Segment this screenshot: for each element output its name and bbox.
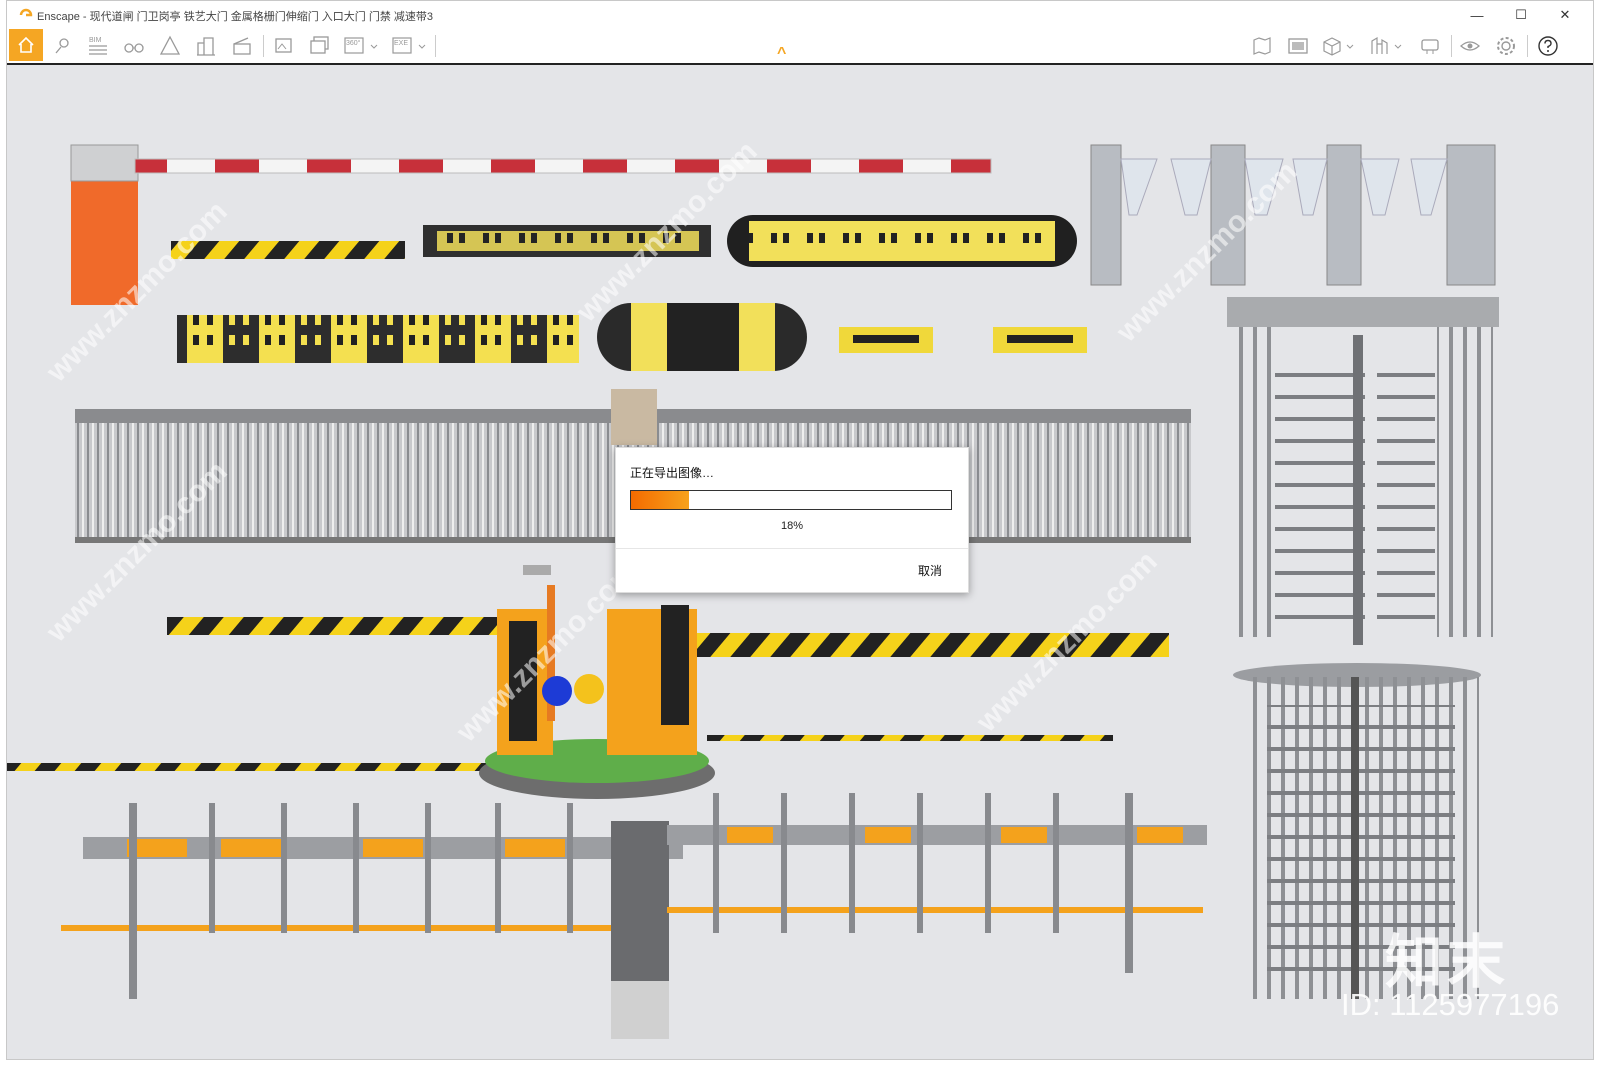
maximize-button[interactable]: ☐: [1499, 1, 1543, 29]
binoculars-button[interactable]: [119, 31, 149, 61]
help-button[interactable]: [1533, 31, 1563, 61]
cancel-button[interactable]: 取消: [918, 562, 942, 579]
perspective-button[interactable]: [155, 31, 185, 61]
cube-icon: [1323, 37, 1354, 56]
map-icon: [1253, 37, 1271, 55]
toolbar-divider: [263, 35, 264, 57]
map-pin-icon: [55, 38, 69, 54]
export-progress-dialog: 正在导出图像… 18% 取消: [615, 447, 969, 593]
dialog-title: 正在导出图像…: [630, 466, 715, 480]
buildings-button[interactable]: [191, 31, 221, 61]
views-icon: [1288, 38, 1308, 54]
home-icon: [18, 36, 34, 53]
progress-fill: [631, 491, 689, 509]
pano-label: 360°: [346, 39, 361, 47]
settings-button[interactable]: [1491, 31, 1521, 61]
image-export-icon: [275, 38, 292, 53]
toolbar: BIM 360° EXE ^: [7, 29, 1593, 65]
fence-barrier-arms: [61, 821, 1207, 1039]
views-button[interactable]: [1283, 31, 1313, 61]
gear-icon: [1497, 37, 1515, 55]
enscape-window: Enscape - 现代道闸 门卫岗亭 铁艺大门 金属格栅门伸缩门 入口大门 门…: [6, 0, 1594, 1060]
batch-render-icon: [310, 36, 329, 54]
collaboration-button[interactable]: [1415, 31, 1445, 61]
clapperboard-icon: [233, 37, 251, 55]
title-bar: Enscape - 现代道闸 门卫岗亭 铁艺大门 金属格栅门伸缩门 入口大门 门…: [7, 1, 1593, 29]
toolbar-divider: [1451, 35, 1452, 57]
visual-settings-button[interactable]: [1367, 31, 1407, 61]
panorama-button[interactable]: 360°: [341, 31, 381, 61]
eye-icon: [1460, 41, 1480, 51]
binoculars-icon: [124, 43, 144, 53]
watermark-id: ID: 1125977196: [1341, 987, 1560, 1022]
window-title: Enscape - 现代道闸 门卫岗亭 铁艺大门 金属格栅门伸缩门 入口大门 门…: [37, 11, 434, 23]
close-button[interactable]: ✕: [1543, 1, 1587, 29]
perspective-icon: [159, 35, 181, 55]
speed-bumps-row-2: [177, 303, 1087, 371]
batch-render-button[interactable]: [305, 31, 335, 61]
collapse-toolbar-button[interactable]: ^: [777, 45, 786, 63]
buildings-icon: [197, 37, 215, 56]
exe-export-icon: EXE: [392, 37, 426, 54]
panorama-icon: 360°: [344, 37, 378, 54]
home-button[interactable]: [9, 29, 43, 61]
map-button[interactable]: [1247, 31, 1277, 61]
vr-button[interactable]: [1455, 31, 1485, 61]
city-icon: [1371, 36, 1402, 54]
dialog-divider: [616, 548, 968, 549]
help-icon: [1538, 36, 1558, 56]
export-progress-bar: [630, 490, 952, 510]
collaboration-icon: [1421, 39, 1439, 54]
clapper-button[interactable]: [227, 31, 257, 61]
screenshot-button[interactable]: [269, 31, 299, 61]
minimize-button[interactable]: —: [1455, 1, 1499, 29]
render-viewport[interactable]: www.znzmo.com www.znzmo.com www.znzmo.co…: [7, 65, 1593, 1059]
bim-label: BIM: [89, 37, 102, 44]
location-button[interactable]: [47, 31, 77, 61]
toolbar-divider: [1527, 35, 1528, 57]
assets-button[interactable]: [1319, 31, 1359, 61]
progress-percent: 18%: [780, 520, 804, 532]
full-height-turnstile-square: [1227, 297, 1499, 645]
bim-icon: BIM: [89, 37, 107, 55]
exe-label: EXE: [394, 40, 408, 47]
toolbar-divider: [435, 35, 436, 57]
exe-export-button[interactable]: EXE: [389, 31, 429, 61]
enscape-logo-icon: [19, 8, 33, 17]
bim-button[interactable]: BIM: [83, 31, 113, 61]
